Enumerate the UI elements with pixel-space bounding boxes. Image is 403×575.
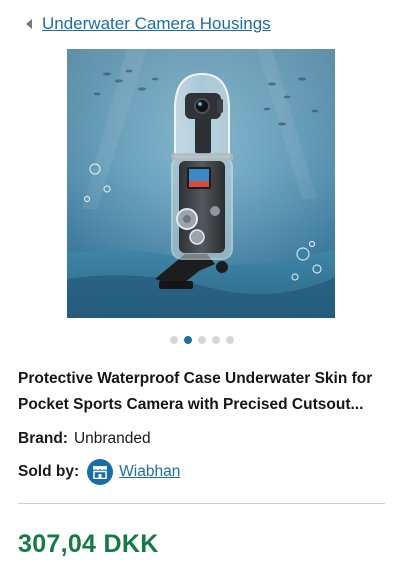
brand-info: Brand: Unbranded <box>18 428 151 450</box>
breadcrumb-link[interactable]: Underwater Camera Housings <box>42 14 271 34</box>
image-carousel-indicator <box>0 336 403 344</box>
seller-link[interactable]: Wiabhan <box>119 463 180 481</box>
carousel-dot[interactable] <box>197 336 206 344</box>
carousel-dot-active[interactable] <box>183 336 192 344</box>
product-photo <box>67 49 335 318</box>
product-image[interactable] <box>67 49 335 318</box>
brand-label: Brand: <box>18 430 68 447</box>
carousel-dot[interactable] <box>225 336 234 344</box>
store-icon-glyph <box>93 466 108 479</box>
store-icon[interactable] <box>87 459 114 485</box>
sold-by-label: Sold by: <box>18 463 80 480</box>
chevron-left-icon[interactable] <box>26 19 32 29</box>
brand-value: Unbranded <box>73 430 151 447</box>
divider <box>18 503 385 504</box>
seller-info: Sold by: Wiabhan <box>18 458 180 486</box>
carousel-dot[interactable] <box>169 336 178 344</box>
product-title: Protective Waterproof Case Underwater Sk… <box>18 370 373 413</box>
price: 307,04 DKK <box>18 530 159 558</box>
breadcrumb[interactable]: Underwater Camera Housings <box>26 12 271 36</box>
carousel-dot[interactable] <box>211 336 220 344</box>
